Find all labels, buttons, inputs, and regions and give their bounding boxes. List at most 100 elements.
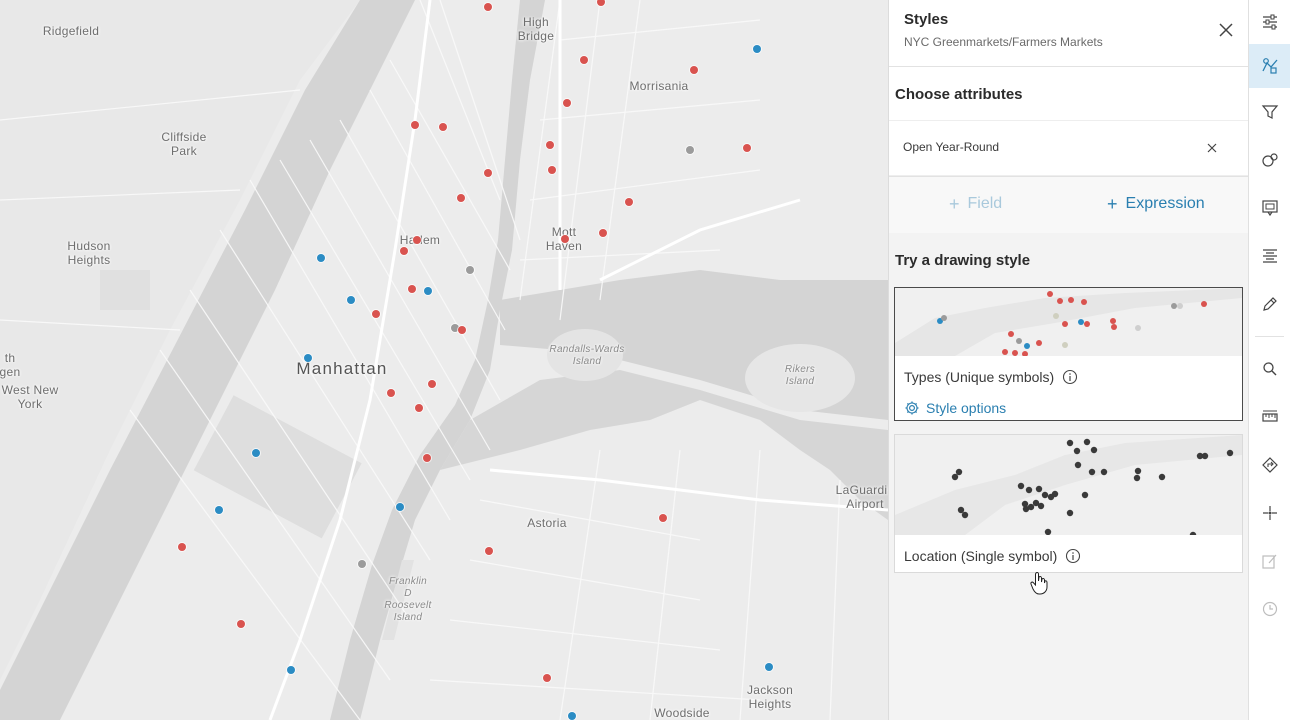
map-label: LaGuardiaAirport [835, 483, 888, 511]
map-label: Jackson Heights [746, 683, 794, 711]
map-label: West New York [1, 383, 59, 411]
remove-attribute-button[interactable] [1206, 141, 1218, 153]
style-card-unique-symbols[interactable]: Types (Unique symbols) Style options [894, 287, 1243, 421]
settings-toolbar [1248, 0, 1290, 720]
market-point[interactable] [237, 620, 245, 628]
add-attribute-row: + Field + Expression [889, 177, 1248, 233]
market-point[interactable] [686, 146, 694, 154]
tool-styles[interactable] [1249, 44, 1290, 88]
tool-labels[interactable] [1249, 234, 1290, 278]
style-name: Location (Single symbol) [904, 548, 1058, 564]
market-point[interactable] [561, 235, 569, 243]
style-name: Types (Unique symbols) [904, 369, 1055, 385]
market-point[interactable] [287, 666, 295, 674]
map-label: Woodside [654, 706, 710, 720]
market-point[interactable] [347, 296, 355, 304]
market-point[interactable] [215, 506, 223, 514]
crosshair-icon [1262, 506, 1277, 520]
close-panel-button[interactable] [1216, 20, 1236, 40]
add-field-button[interactable]: + Field [949, 195, 1002, 213]
info-icon[interactable] [1065, 548, 1081, 564]
market-point[interactable] [400, 247, 408, 255]
market-point[interactable] [484, 169, 492, 177]
market-point[interactable] [411, 121, 419, 129]
effects-icon [1261, 153, 1278, 167]
market-point[interactable] [548, 166, 556, 174]
market-point[interactable] [439, 123, 447, 131]
market-point[interactable] [546, 141, 554, 149]
market-point[interactable] [580, 56, 588, 64]
market-point[interactable] [690, 66, 698, 74]
tool-directions[interactable] [1249, 443, 1290, 487]
thumbnail-map [895, 288, 1242, 356]
market-point[interactable] [659, 514, 667, 522]
market-point[interactable] [543, 674, 551, 682]
map-label: Cliffside Park [161, 130, 207, 158]
market-point[interactable] [396, 503, 404, 511]
market-point[interactable] [484, 3, 492, 11]
market-point[interactable] [466, 266, 474, 274]
market-point[interactable] [765, 663, 773, 671]
map-label: Randalls-Wards Island [549, 344, 625, 367]
market-point[interactable] [625, 198, 633, 206]
info-icon[interactable] [1062, 369, 1078, 385]
market-point[interactable] [252, 449, 260, 457]
market-point[interactable] [568, 712, 576, 720]
toolbar-divider [1255, 336, 1284, 337]
market-point[interactable] [178, 543, 186, 551]
tool-edit[interactable] [1249, 539, 1290, 583]
style-options-label: Style options [926, 400, 1007, 416]
selected-attribute-row[interactable]: Open Year-Round [889, 120, 1248, 176]
single-symbol-thumbnail [895, 435, 1242, 535]
map-label: Franklin D Roosevelt Island [384, 576, 432, 623]
edit-icon [1261, 554, 1276, 569]
map-label: Astoria [527, 516, 567, 530]
basemap [0, 0, 888, 720]
market-point[interactable] [599, 229, 607, 237]
map-view[interactable]: Ridgefield High Bridge Morrisania Cliffside P… [0, 0, 888, 720]
market-point[interactable] [563, 99, 571, 107]
tool-popups[interactable] [1249, 186, 1290, 230]
market-point[interactable] [743, 144, 751, 152]
market-point[interactable] [413, 236, 421, 244]
tool-properties[interactable] [1249, 0, 1290, 44]
plus-icon: + [949, 194, 960, 214]
market-point[interactable] [424, 287, 432, 295]
close-icon [1219, 23, 1233, 37]
clock-icon [1262, 601, 1277, 617]
tool-effects[interactable] [1249, 138, 1290, 182]
tool-measure[interactable] [1249, 395, 1290, 439]
filter-icon [1261, 105, 1278, 119]
sketch-icon [1262, 297, 1277, 311]
hand-cursor-icon [1030, 571, 1048, 595]
market-point[interactable] [387, 389, 395, 397]
tool-time[interactable] [1249, 587, 1290, 631]
tool-search[interactable] [1249, 347, 1290, 391]
market-point[interactable] [415, 404, 423, 412]
add-expression-button[interactable]: + Expression [1107, 195, 1205, 213]
style-card-single-symbol[interactable]: Location (Single symbol) [894, 434, 1243, 573]
labels-icon [1262, 249, 1277, 263]
market-point[interactable] [317, 254, 325, 262]
thumbnail-map [895, 435, 1242, 535]
market-point[interactable] [408, 285, 416, 293]
sliders-icon [1262, 14, 1277, 30]
popup-icon [1261, 200, 1278, 217]
tool-filter[interactable] [1249, 90, 1290, 134]
market-point[interactable] [304, 354, 312, 362]
market-point[interactable] [485, 547, 493, 555]
style-options-button[interactable]: Style options [895, 389, 1242, 420]
attribute-name: Open Year-Round [903, 140, 1000, 154]
add-field-label: Field [967, 195, 1003, 212]
market-point[interactable] [372, 310, 380, 318]
close-icon [1207, 143, 1217, 153]
tool-sketch[interactable] [1249, 282, 1290, 326]
market-point[interactable] [753, 45, 761, 53]
drawing-style-heading: Try a drawing style [895, 252, 1031, 269]
market-point[interactable] [428, 380, 436, 388]
market-point[interactable] [457, 194, 465, 202]
tool-location[interactable] [1249, 491, 1290, 535]
market-point[interactable] [423, 454, 431, 462]
market-point[interactable] [458, 326, 466, 334]
market-point[interactable] [358, 560, 366, 568]
